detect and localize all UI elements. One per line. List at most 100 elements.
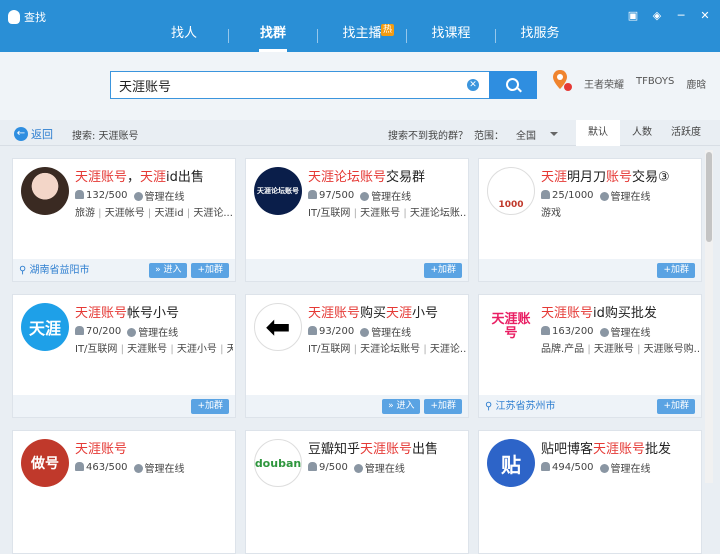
card-footer: +加群 [479,259,701,281]
location-pin-icon[interactable] [551,69,573,93]
group-avatar[interactable]: 贴 [487,439,535,487]
group-card: 天涯账号天涯账号id购买批发163/200管理在线品牌.产品天涯账号天涯账号购.… [478,294,702,418]
not-found-link[interactable]: 搜索不到我的群？ [388,127,468,142]
member-count: 463/500 [75,462,128,473]
group-meta: 25/1000 管理在线 [541,188,651,203]
range-dropdown[interactable]: 全国 [516,127,536,142]
admin-status: 管理在线 [133,460,185,475]
join-group-button[interactable]: +加群 [424,399,462,414]
keyword-highlight: 天涯 [386,306,413,321]
join-group-button[interactable]: +加群 [424,263,462,278]
sort-activity[interactable]: 活跃度 [664,120,708,146]
group-meta: 97/500 管理在线 [308,188,411,203]
group-title[interactable]: 天涯账号帐号小号 [75,302,179,321]
member-count: 132/500 [75,190,128,201]
keyword-highlight: 账号 [606,170,633,185]
location-label: ⚲ 江苏省苏州市 [485,401,556,412]
members-icon [308,326,317,335]
group-tags: IT/互联网天涯论坛账号天涯论... [308,340,466,355]
tag: 游戏 [541,208,561,219]
tag: 天涯论... [184,208,233,219]
tab-label: 找群 [259,26,286,41]
title-text: 出售 [412,442,439,457]
group-avatar[interactable] [21,167,69,215]
group-title[interactable]: 天涯账号id购买批发 [541,302,657,321]
member-count: 9/500 [308,462,348,473]
card-actions: +加群 [657,263,695,278]
tag: 天涯论坛账号 [350,344,420,355]
group-avatar[interactable]: 天涯 [21,303,69,351]
group-tags: 游戏 [541,204,699,219]
clear-icon[interactable]: ✕ [467,79,479,91]
info-icon [127,328,137,337]
hot-link[interactable]: 王者荣耀 [584,76,624,91]
member-count: 25/1000 [541,190,594,201]
tab-find-course[interactable]: 找课程 [407,18,495,52]
search-summary: 搜索: 天涯账号 [72,131,139,142]
group-avatar[interactable]: 做号 [21,439,69,487]
group-title[interactable]: 天涯账号购买天涯小号 [308,302,438,321]
tag: IT/互联网 [75,344,118,355]
tab-find-people[interactable]: 找人 [140,18,228,52]
filter-bar: ← 返回 搜索: 天涯账号 搜索不到我的群？ 范围： 全国 默认 人数 活跃度 [0,120,720,146]
keyword-highlight: 天涯论坛 [308,170,361,185]
tag: 天涯账号 [584,344,634,355]
hot-link[interactable]: TFBOYS [636,76,674,91]
join-group-button[interactable]: +加群 [191,263,229,278]
sort-members[interactable]: 人数 [620,120,664,146]
feedback-icon[interactable]: ▣ [626,10,640,22]
group-avatar[interactable]: 天涯账号 [487,303,535,351]
app-title-label: 查找 [24,11,46,24]
group-title[interactable]: 豆瓣知乎天涯账号出售 [308,438,438,457]
group-avatar[interactable]: douban [254,439,302,487]
hot-link[interactable]: 鹿晗 [686,76,706,91]
info-icon [599,192,609,201]
group-card: 贴贴吧博客天涯账号批发 494/500 管理在线 [478,430,702,554]
tab-label: 找服务 [520,26,560,41]
search-button[interactable] [489,71,537,99]
back-button[interactable]: ← 返回 [14,126,53,142]
group-avatar[interactable]: ⬅ [254,303,302,351]
scrollbar-thumb[interactable] [706,152,712,242]
member-count: 93/200 [308,326,354,337]
title-text: 小号 [412,306,439,321]
scrollbar[interactable] [705,150,713,483]
chevron-down-icon[interactable] [550,132,558,136]
window-controls: ▣ ◈ ─ ✕ [626,10,712,22]
group-meta: 132/500 管理在线 [75,188,185,203]
join-group-button[interactable]: +加群 [657,399,695,414]
tab-find-group[interactable]: 找群 [229,18,317,52]
group-title[interactable]: 天涯明月刀账号交易③ [541,166,670,185]
info-icon [360,328,370,337]
member-count: 163/200 [541,326,594,337]
keyword-highlight: 天涯 [140,170,167,185]
close-icon[interactable]: ✕ [698,10,712,22]
info-icon [353,464,363,473]
keyword-highlight: 天涯账号 [75,306,128,321]
location-label: ⚲ 湖南省益阳市 [19,265,90,276]
keyword-highlight: 天涯账号 [75,442,128,457]
minimize-icon[interactable]: ─ [674,10,688,22]
title-bar: 查找 找人 找群 找主播热 找课程 找服务 ▣ ◈ ─ ✕ [0,0,720,52]
group-avatar[interactable]: 天涯论坛账号 [254,167,302,215]
skin-icon[interactable]: ◈ [650,10,664,22]
group-meta: 163/200 管理在线 [541,324,651,339]
group-title[interactable]: 贴吧博客天涯账号批发 [541,438,671,457]
sort-default[interactable]: 默认 [576,120,620,146]
join-group-button[interactable]: +加群 [191,399,229,414]
members-icon [308,190,317,199]
group-title[interactable]: 天涯账号 [75,438,127,457]
keyword-highlight: 天涯 [541,170,568,185]
tab-find-streamer[interactable]: 找主播热 [318,18,406,52]
search-input[interactable] [111,72,451,98]
enter-button[interactable]: » 进入 [382,399,421,414]
group-tags: 品牌.产品天涯账号天涯账号购... [541,340,699,355]
group-avatar[interactable]: 1000 [487,167,535,215]
enter-button[interactable]: » 进入 [149,263,188,278]
admin-status: 管理在线 [360,188,411,203]
join-group-button[interactable]: +加群 [657,263,695,278]
group-title[interactable]: 天涯论坛账号交易群 [308,166,425,185]
tab-find-service[interactable]: 找服务 [496,18,584,52]
group-title[interactable]: 天涯账号，天涯id出售 [75,166,204,185]
tag: 旅游 [75,208,95,219]
